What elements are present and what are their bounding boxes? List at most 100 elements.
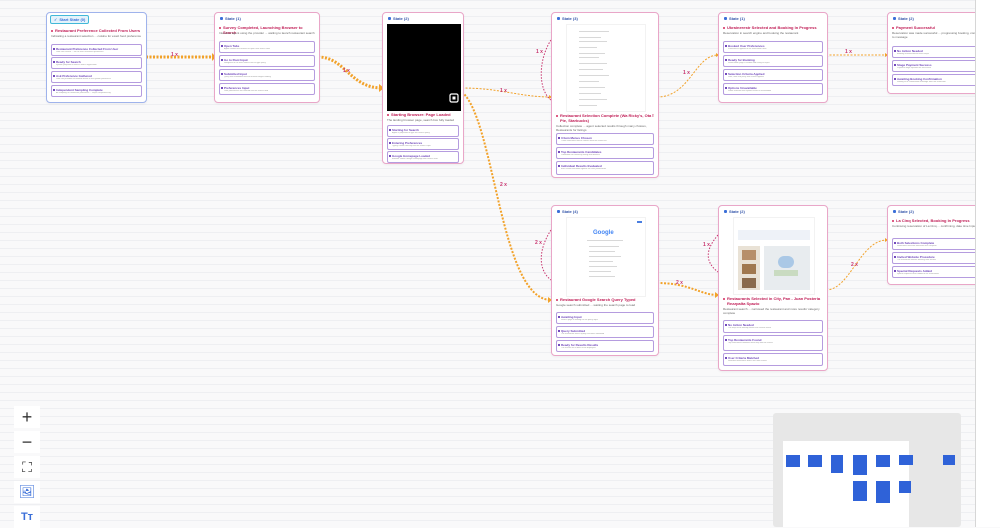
edge-s3-to-s4 (656, 54, 719, 98)
action-item[interactable]: Booked User Preferences Preferences appli… (723, 41, 823, 53)
action-item[interactable]: Individual Results Evaluated Each result … (556, 161, 654, 175)
node-description: Continuing reservation of La Cinq ... co… (892, 224, 977, 228)
state-node-6[interactable]: State (4) Google Restaurant Google Searc… (551, 205, 659, 356)
node-header: State (4) (557, 209, 578, 214)
check-icon: ✓ (54, 17, 58, 22)
node-title: Restaurant Google Search Query Typed (556, 297, 654, 302)
minimap-node (808, 455, 822, 467)
minimap-node (853, 455, 867, 475)
action-item[interactable]: Google Homepage Loaded Browser shows Goog… (387, 151, 459, 163)
state-node-4[interactable]: State (1) Ukrainerestr Selected and Book… (718, 12, 828, 103)
google-logo: Google (593, 230, 614, 236)
minimap-node (876, 455, 890, 467)
state-icon (557, 17, 560, 20)
export-image-button[interactable]: 🖼 (14, 481, 40, 503)
node-description: Google search submitted ... waiting the … (556, 303, 636, 307)
edge-s2-to-s6 (461, 91, 552, 301)
loading-icon (449, 93, 459, 103)
text-toggle-button[interactable]: Tт (14, 506, 40, 528)
action-item[interactable]: Starting for Search Agent is prepared to … (387, 125, 459, 137)
right-panel-edge (975, 0, 1000, 527)
state-node-8[interactable]: State (2) La Cinq Selected, Booking In P… (887, 205, 989, 285)
action-item[interactable]: Stage Payment Success Payment stage repor… (892, 60, 984, 72)
edge-s6-to-s7 (656, 282, 719, 296)
action-item[interactable]: Restaurant Preference Collected From Use… (51, 44, 142, 56)
fit-view-icon: ⛶ (22, 458, 32, 475)
edge-label-e6: 1 x (683, 70, 690, 76)
minus-icon: − (21, 431, 33, 452)
action-item[interactable]: Options Unavailable Some selected time op… (723, 83, 823, 95)
edge-label-e8: 2 x (535, 240, 542, 246)
state-node-5[interactable]: State (2) Payment Successful Reservation… (887, 12, 989, 94)
action-item[interactable]: Selection Criteria Applied Date, time and… (723, 69, 823, 81)
state-icon (724, 17, 727, 20)
edge-label-e1: 1 x (171, 52, 178, 58)
zoom-out-button[interactable]: − (14, 431, 40, 453)
action-item[interactable]: Awaiting Booking Confirmation Waiting for… (892, 74, 984, 86)
node-header: State (1) (724, 16, 745, 21)
action-item[interactable]: 3 Item Menus Chosen Three restaurant menu… (556, 133, 654, 145)
edge-label-e7: 1 x (845, 49, 852, 55)
state-icon (557, 210, 560, 213)
node-description: Reservation in search engine and booking… (723, 31, 799, 35)
node-description: Restaurant search ... narrowed the resta… (723, 307, 820, 315)
action-item[interactable]: Ready for Booking Reservation page is loa… (723, 55, 823, 67)
action-item[interactable]: Ready for Results Results The results lis… (556, 340, 654, 352)
action-item[interactable]: Ask Preference Gathered User has provided… (51, 71, 142, 83)
screenshot-thumbnail[interactable] (387, 24, 461, 111)
state-node-3[interactable]: State (3) Restaurant Selection Complete … (551, 12, 659, 178)
action-item[interactable]: No Action Needed The map result already s… (723, 320, 823, 333)
state-node-1[interactable]: State (1) Survey Completed, Launching Br… (214, 12, 320, 103)
node-title: Ukrainerestr Selected and Booking In Pro… (723, 25, 823, 30)
node-title: Restaurants Selected in City, Pan - Juan… (723, 296, 823, 306)
text-icon: Tт (20, 511, 34, 523)
node-description: Collection complete ... agent selected r… (556, 124, 647, 132)
edge-self-s7 (707, 234, 719, 273)
edge-label-e4: 2 x (500, 182, 507, 188)
action-item[interactable]: Top Restaurants Candidates Candidate list… (556, 147, 654, 159)
action-item[interactable]: Go to Root Input Navigates to the main se… (219, 55, 315, 67)
action-item[interactable]: Awaiting Input Search page is waiting for… (556, 312, 654, 324)
edge-label-e10: 1 x (703, 242, 710, 248)
screenshot-thumbnail[interactable]: Google (566, 217, 646, 297)
action-item[interactable]: Submitted Input Query was submitted and t… (219, 69, 315, 81)
action-item[interactable]: Independent Sampling Complete All samplin… (51, 85, 142, 97)
action-item[interactable]: Query Submitted The restaurant search que… (556, 326, 654, 338)
edge-label-e11: 2 x (851, 262, 858, 268)
action-item[interactable]: Ready for Search System prepared to launc… (51, 57, 142, 69)
screenshot-thumbnail[interactable] (566, 24, 646, 112)
node-title: Restaurant Selection Complete (Wa Ricky'… (556, 113, 654, 123)
action-item[interactable]: User Criteria Matched Selected restaurant… (723, 353, 823, 366)
state-node-2[interactable]: State (2) Starting Browser: Page Loaded … (382, 12, 464, 164)
node-title: La Cinq Selected, Booking In Progress (892, 218, 984, 223)
flow-canvas[interactable]: 1 x 1 x 1 x 2 x 1 x 1 x 1 x 2 x 2 x 1 x … (0, 0, 1000, 528)
minimap-viewport[interactable] (783, 441, 909, 527)
minimap-node (853, 481, 867, 501)
screenshot-thumbnail[interactable] (733, 217, 815, 295)
start-state-badge: ✓ Start State (0) (50, 15, 90, 24)
action-item[interactable]: Both Selections Complete Restaurant and t… (892, 238, 984, 250)
action-item[interactable]: Special Requests Added Special requests w… (892, 266, 984, 278)
action-item[interactable]: Invited Website Procedure The restaurant … (892, 252, 984, 264)
state-node-7[interactable]: State (2) Restaurants Selected in City, … (718, 205, 828, 371)
state-icon (220, 17, 223, 20)
edge-label-e2: 1 x (343, 68, 350, 74)
action-item[interactable]: Open Tabs Agent invokes the browser to op… (219, 41, 315, 53)
state-icon (893, 210, 896, 213)
node-header: State (2) (893, 16, 914, 21)
zoom-in-button[interactable]: + (14, 406, 40, 428)
state-icon (724, 210, 727, 213)
edge-label-e5: 1 x (536, 49, 543, 55)
action-item[interactable]: Top Restaurants Found Top restaurants ide… (723, 335, 823, 351)
node-header: State (2) (893, 209, 914, 214)
fit-view-button[interactable]: ⛶ (14, 456, 40, 478)
action-item[interactable]: No Action Needed Booking finished without… (892, 46, 984, 58)
action-item[interactable]: Entering Preferences Typing cuisine and c… (387, 138, 459, 150)
action-item[interactable]: Preferences Input User preferences are en… (219, 83, 315, 95)
start-state-node[interactable]: ✓ Start State (0) Restaurant Preference … (46, 12, 147, 103)
minimap-node (899, 455, 913, 465)
node-header: State (2) (724, 209, 745, 214)
minimap-node (876, 481, 890, 503)
minimap[interactable] (773, 413, 961, 527)
minimap-node (831, 455, 843, 473)
